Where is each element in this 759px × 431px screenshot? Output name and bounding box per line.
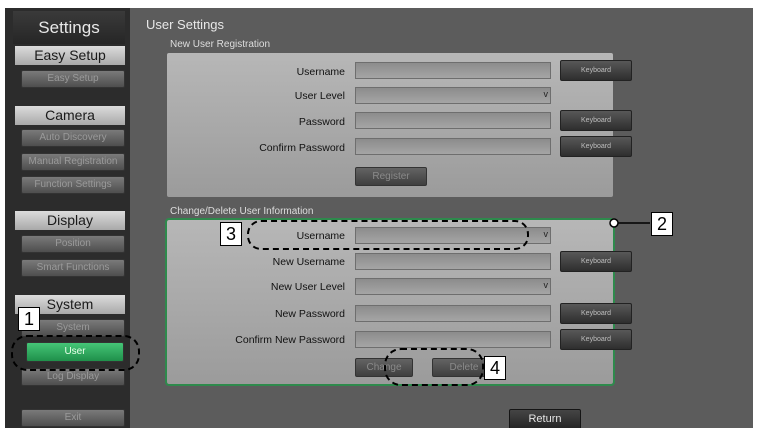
confirm-password-field[interactable]: [355, 138, 551, 155]
app-window: Settings Easy Setup Easy Setup Camera Au…: [5, 8, 753, 428]
sidebar-item-smart-functions[interactable]: Smart Functions: [21, 259, 125, 277]
sidebar-item-position[interactable]: Position: [21, 235, 125, 253]
change-delete-section-label: Change/Delete User Information: [170, 206, 314, 217]
section-easy-setup: Easy Setup: [15, 46, 125, 65]
confirm-password-keyboard-button[interactable]: Keyboard: [560, 136, 632, 157]
username-label: Username: [296, 66, 345, 78]
confirm-new-password-keyboard-button[interactable]: Keyboard: [560, 329, 632, 350]
sidebar-item-function-settings[interactable]: Function Settings: [21, 176, 125, 194]
sidebar-item-user[interactable]: User: [26, 342, 124, 362]
delete-button[interactable]: Delete: [432, 358, 496, 377]
username-field[interactable]: [355, 62, 551, 79]
confirm-new-password-field[interactable]: [355, 331, 551, 348]
sidebar-title: Settings: [13, 11, 125, 44]
change-delete-panel: Username v New Username Keyboard New Use…: [165, 218, 632, 386]
sidebar-item-auto-discovery[interactable]: Auto Discovery: [21, 129, 125, 147]
chevron-down-icon: v: [543, 229, 549, 239]
section-display: Display: [15, 211, 125, 230]
sidebar-item-system[interactable]: System: [21, 319, 125, 337]
new-password-label: New Password: [274, 308, 345, 320]
new-username-keyboard-button[interactable]: Keyboard: [560, 251, 632, 272]
registration-panel: Username Keyboard User Level v Password …: [167, 53, 632, 197]
sidebar-item-easy-setup[interactable]: Easy Setup: [21, 70, 125, 88]
registration-section-label: New User Registration: [170, 39, 271, 50]
section-camera: Camera: [15, 106, 125, 125]
confirm-new-password-label: Confirm New Password: [235, 334, 345, 346]
change-button[interactable]: Change: [355, 358, 413, 377]
main-content: User Settings New User Registration User…: [130, 8, 753, 428]
new-password-keyboard-button[interactable]: Keyboard: [560, 303, 632, 324]
confirm-password-label: Confirm Password: [259, 142, 345, 154]
section-system: System: [15, 295, 125, 314]
new-username-label: New Username: [272, 256, 345, 268]
new-password-field[interactable]: [355, 305, 551, 322]
register-button[interactable]: Register: [355, 167, 427, 186]
page-title: User Settings: [146, 17, 225, 32]
sidebar: Settings Easy Setup Easy Setup Camera Au…: [5, 8, 130, 428]
new-user-level-label: New User Level: [270, 281, 345, 293]
password-field[interactable]: [355, 112, 551, 129]
new-user-level-select[interactable]: v: [355, 278, 551, 295]
sidebar-item-manual-registration[interactable]: Manual Registration: [21, 153, 125, 171]
new-username-field[interactable]: [355, 253, 551, 270]
password-label: Password: [298, 116, 345, 128]
password-keyboard-button[interactable]: Keyboard: [560, 110, 632, 131]
user-level-select[interactable]: v: [355, 87, 551, 104]
exit-button[interactable]: Exit: [21, 409, 125, 427]
return-button[interactable]: Return: [509, 409, 581, 428]
change-username-label: Username: [296, 230, 345, 242]
sidebar-item-log-display[interactable]: Log Display: [21, 368, 125, 386]
user-level-label: User Level: [294, 90, 345, 102]
chevron-down-icon: v: [543, 89, 549, 99]
change-username-select[interactable]: v: [355, 227, 551, 244]
username-keyboard-button[interactable]: Keyboard: [560, 60, 632, 81]
chevron-down-icon: v: [543, 280, 549, 290]
